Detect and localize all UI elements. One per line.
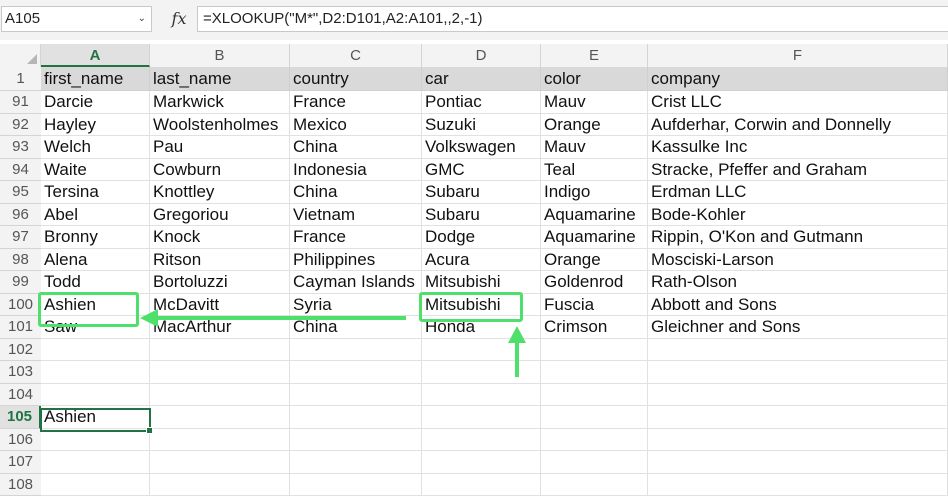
arrow-up-head xyxy=(508,326,526,343)
fill-handle[interactable] xyxy=(146,427,153,434)
active-cell-cursor[interactable] xyxy=(40,408,151,432)
arrow-left-head xyxy=(140,309,158,327)
